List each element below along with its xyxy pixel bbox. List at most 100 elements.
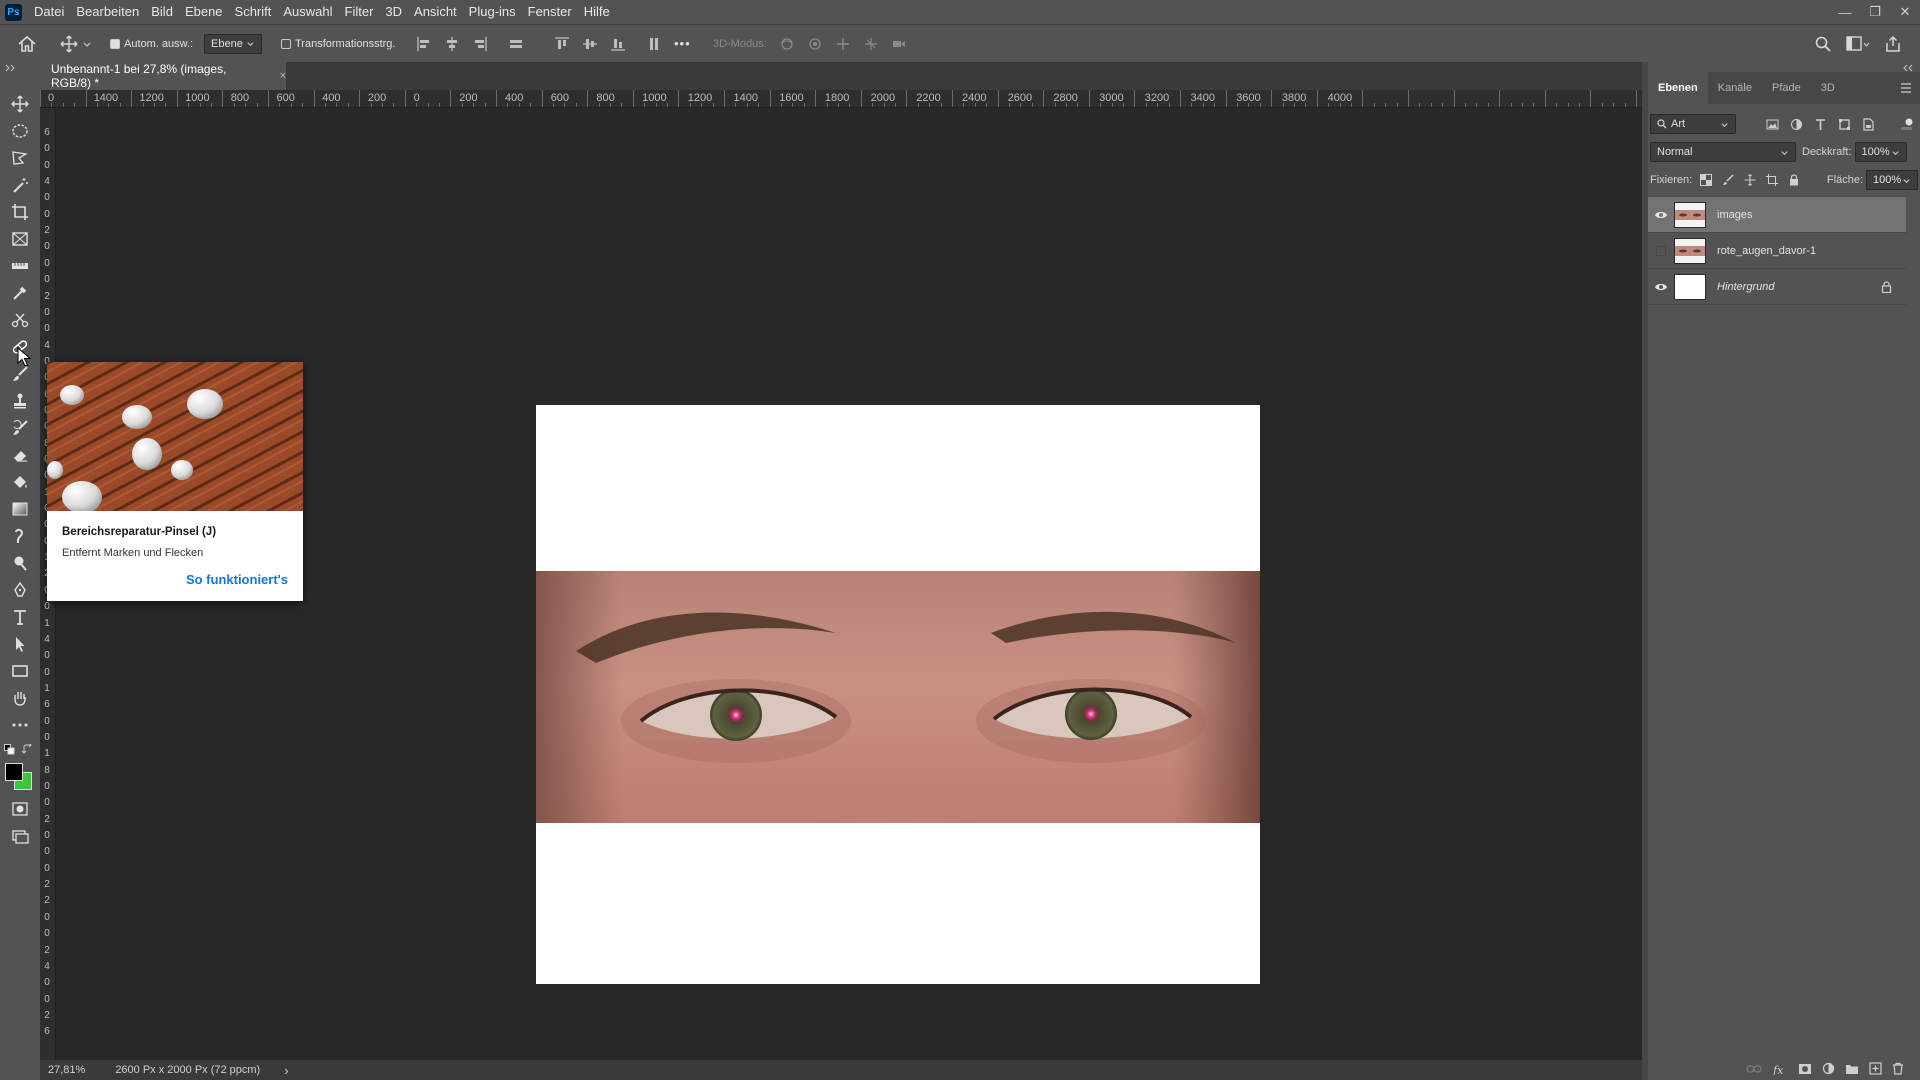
lock-transparent-pixels-icon[interactable]	[1700, 174, 1713, 186]
new-layer-icon[interactable]	[1869, 1062, 1882, 1075]
filter-shape-icon[interactable]	[1838, 118, 1851, 131]
menu-ansicht[interactable]: Ansicht	[408, 0, 463, 24]
adjustment-layer-icon[interactable]	[1822, 1062, 1835, 1075]
filter-toggle-icon[interactable]	[1900, 118, 1913, 131]
foreground-color-swatch[interactable]	[5, 763, 23, 781]
path-selection-tool[interactable]	[8, 632, 32, 656]
dodge-tool[interactable]	[8, 551, 32, 575]
opacity-field[interactable]: 100%	[1854, 142, 1907, 162]
menu-plugins[interactable]: Plug-ins	[463, 0, 522, 24]
align-bottom-icon[interactable]	[610, 36, 626, 52]
default-colors-icon[interactable]	[4, 744, 15, 755]
home-button[interactable]	[16, 25, 38, 62]
more-options-button[interactable]: •••	[674, 36, 691, 51]
filter-pixel-icon[interactable]	[1766, 118, 1779, 131]
menu-ebene[interactable]: Ebene	[179, 0, 229, 24]
tab-pfade[interactable]: Pfade	[1762, 72, 1811, 104]
layer-visibility-toggle[interactable]	[1648, 269, 1674, 305]
menu-hilfe[interactable]: Hilfe	[578, 0, 616, 24]
pen-tool[interactable]	[8, 578, 32, 602]
3d-slide-icon[interactable]	[863, 36, 879, 52]
tooltip-how-it-works-link[interactable]: So funktioniert's	[186, 572, 288, 587]
layer-kind-filter[interactable]: Art	[1650, 114, 1736, 134]
lock-position-icon[interactable]	[1744, 174, 1756, 186]
document-tab[interactable]: Unbenannt-1 bei 27,8% (images, RGB/8) * …	[40, 62, 286, 90]
workspace-icon[interactable]	[1846, 35, 1870, 53]
status-menu-arrow[interactable]: ›	[284, 1063, 288, 1078]
menu-fenster[interactable]: Fenster	[522, 0, 578, 24]
frame-tool[interactable]	[8, 227, 32, 251]
filter-adjustment-icon[interactable]	[1790, 118, 1803, 131]
paint-bucket-tool[interactable]	[8, 470, 32, 494]
layer-row-images[interactable]: images	[1648, 197, 1906, 233]
swap-colors-icon[interactable]	[22, 744, 33, 755]
move-tool[interactable]	[8, 92, 32, 116]
3d-roll-icon[interactable]	[807, 36, 823, 52]
gradient-tool[interactable]	[8, 497, 32, 521]
panel-menu-icon[interactable]	[1900, 83, 1912, 93]
transform-controls-check-box[interactable]	[281, 38, 291, 49]
auto-select-target-dropdown[interactable]: Ebene	[204, 33, 262, 54]
share-icon[interactable]	[1884, 35, 1902, 53]
blend-mode-dropdown[interactable]: Normal	[1650, 142, 1796, 162]
new-group-icon[interactable]	[1845, 1063, 1859, 1075]
align-right-icon[interactable]	[472, 36, 488, 52]
history-brush-tool[interactable]	[8, 416, 32, 440]
add-mask-icon[interactable]	[1798, 1063, 1812, 1075]
align-left-icon[interactable]	[416, 36, 432, 52]
collapse-arrows-icon[interactable]	[4, 64, 18, 72]
scissors-tool[interactable]	[8, 308, 32, 332]
lock-artboard-icon[interactable]	[1766, 174, 1779, 186]
minimize-button[interactable]: —	[1830, 0, 1860, 24]
lock-image-pixels-icon[interactable]	[1722, 174, 1734, 186]
search-icon[interactable]	[1814, 35, 1832, 53]
lock-icon[interactable]	[1881, 280, 1892, 293]
filter-type-icon[interactable]	[1814, 118, 1827, 131]
screen-mode-button[interactable]	[8, 824, 32, 848]
lock-all-icon[interactable]	[1788, 174, 1800, 186]
tab-ebenen[interactable]: Ebenen	[1648, 72, 1708, 104]
zoom-level[interactable]: 27,81%	[48, 1064, 85, 1076]
layer-row-rote-augen-davor-1[interactable]: rote_augen_davor-1	[1648, 233, 1906, 269]
delete-layer-icon[interactable]	[1892, 1062, 1904, 1075]
menu-bild[interactable]: Bild	[145, 0, 179, 24]
menu-schrift[interactable]: Schrift	[229, 0, 278, 24]
align-top-icon[interactable]	[554, 36, 570, 52]
document-canvas[interactable]	[536, 405, 1260, 984]
clone-stamp-tool[interactable]	[8, 389, 32, 413]
align-center-icon[interactable]	[444, 36, 460, 52]
menu-auswahl[interactable]: Auswahl	[277, 0, 338, 24]
eyedropper-tool[interactable]	[8, 281, 32, 305]
align-middle-icon[interactable]	[582, 36, 598, 52]
layer-style-fx-icon[interactable]: fx	[1772, 1063, 1788, 1075]
auto-select-check-box[interactable]	[110, 38, 120, 49]
menu-datei[interactable]: Datei	[28, 0, 70, 24]
eraser-tool[interactable]	[8, 443, 32, 467]
distribute-vertical-icon[interactable]	[646, 36, 662, 52]
close-button[interactable]: ✕	[1890, 0, 1920, 24]
menu-filter[interactable]: Filter	[339, 0, 380, 24]
distribute-horizontal-icon[interactable]	[508, 36, 524, 52]
3d-scale-icon[interactable]	[891, 36, 907, 52]
auto-select-checkbox[interactable]: Autom. ausw.:	[110, 25, 193, 62]
filter-smart-object-icon[interactable]	[1862, 117, 1875, 131]
restore-button[interactable]: ❐	[1860, 0, 1890, 24]
crop-tool[interactable]	[8, 200, 32, 224]
menu-bearbeiten[interactable]: Bearbeiten	[70, 0, 145, 24]
magic-wand-tool[interactable]	[8, 173, 32, 197]
layer-visibility-toggle[interactable]	[1648, 233, 1674, 269]
rectangle-tool[interactable]	[8, 659, 32, 683]
more-tools-button[interactable]	[8, 713, 32, 737]
hand-tool[interactable]	[8, 686, 32, 710]
move-tool-preset[interactable]	[60, 25, 92, 62]
collapse-arrows-icon[interactable]	[1902, 64, 1916, 72]
quick-mask-button[interactable]	[8, 797, 32, 821]
3d-orbit-icon[interactable]	[779, 36, 795, 52]
smudge-tool[interactable]	[8, 524, 32, 548]
transform-controls-checkbox[interactable]: Transformationsstrg.	[281, 25, 395, 62]
3d-pan-icon[interactable]	[835, 36, 851, 52]
layer-row-hintergrund[interactable]: Hintergrund	[1648, 269, 1906, 305]
menu-3d[interactable]: 3D	[379, 0, 408, 24]
link-layers-icon[interactable]	[1746, 1063, 1762, 1075]
marquee-tool[interactable]	[8, 119, 32, 143]
